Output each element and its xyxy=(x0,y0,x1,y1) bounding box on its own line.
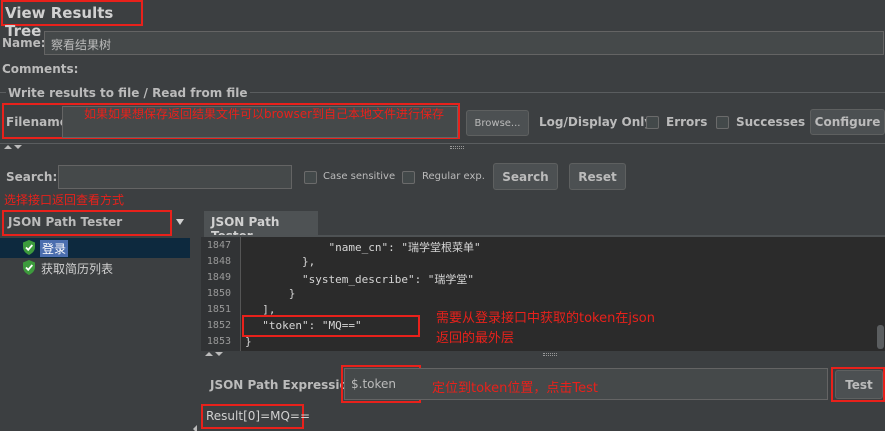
filename-label: Filename xyxy=(6,115,68,129)
browse-button[interactable]: Browse... xyxy=(466,110,529,136)
tree-item-label: 获取简历列表 xyxy=(41,262,114,276)
vertical-splitter[interactable] xyxy=(192,207,200,431)
tree-item-login[interactable]: 登录 xyxy=(0,238,190,258)
collapse-down-icon[interactable] xyxy=(14,145,22,149)
code-line: } xyxy=(249,287,296,300)
line-number: 1852 xyxy=(206,320,231,331)
line-number: 1848 xyxy=(206,256,231,267)
line-number: 1850 xyxy=(206,288,231,299)
renderer-annotation: 选择接口返回查看方式 xyxy=(4,193,125,207)
tab-json-path-tester[interactable]: JSON Path Tester xyxy=(204,211,318,243)
line-number: 1853 xyxy=(206,336,231,347)
code-line: }, xyxy=(249,255,316,268)
expression-annotation: 定位到token位置，点击Test xyxy=(432,381,598,396)
code-line: "system_describe": "瑞学堂" xyxy=(249,273,475,286)
filename-annotation: 如果如果想保存返回结果文件可以browser到自己本地文件进行保存 xyxy=(84,107,445,121)
errors-checkbox[interactable] xyxy=(646,116,659,129)
expression-label: JSON Path Expression xyxy=(210,378,357,392)
log-display-label: Log/Display Only: xyxy=(539,115,657,129)
search-input[interactable] xyxy=(58,165,292,189)
token-annotation-box xyxy=(242,315,420,337)
reset-button[interactable]: Reset xyxy=(569,163,626,190)
line-number: 1851 xyxy=(206,304,231,315)
grip-icon xyxy=(543,353,557,356)
grip-icon xyxy=(450,146,464,149)
successes-label: Successes xyxy=(736,115,806,129)
regular-exp-label: Regular exp. xyxy=(422,171,485,182)
splitter-inner[interactable] xyxy=(201,351,885,359)
collapse-left-icon[interactable] xyxy=(193,425,197,431)
code-line: "name_cn": "瑞学堂根菜单" xyxy=(249,241,481,254)
collapse-up-icon[interactable] xyxy=(205,352,213,356)
result-output: Result[0]=MQ== xyxy=(206,409,311,423)
search-label: Search: xyxy=(6,170,58,184)
name-input[interactable]: 察看结果树 xyxy=(44,31,884,55)
vertical-scrollbar[interactable] xyxy=(877,325,884,349)
errors-label: Errors xyxy=(666,115,708,129)
test-button[interactable]: Test xyxy=(835,370,883,399)
successes-checkbox[interactable] xyxy=(716,116,729,129)
collapse-down-icon[interactable] xyxy=(215,352,223,356)
token-annotation-line2: 返回的最外层 xyxy=(436,331,515,346)
case-sensitive-label: Case sensitive xyxy=(323,171,396,182)
name-label: Name: xyxy=(2,36,46,50)
configure-button[interactable]: Configure xyxy=(810,109,885,135)
write-results-legend: Write results to file / Read from file xyxy=(6,86,250,100)
token-annotation-line1: 需要从登录接口中获取的token在json xyxy=(436,311,655,326)
line-number: 1849 xyxy=(206,272,231,283)
renderer-select[interactable]: JSON Path Tester xyxy=(8,215,122,229)
splitter-top[interactable] xyxy=(0,144,885,152)
page-title: View Results Tree xyxy=(1,0,143,40)
comments-label: Comments: xyxy=(2,62,79,76)
collapse-up-icon[interactable] xyxy=(4,145,12,149)
case-sensitive-checkbox[interactable] xyxy=(304,171,317,184)
tree-item-label: 登录 xyxy=(40,240,69,257)
success-shield-icon xyxy=(22,240,36,258)
success-shield-icon xyxy=(22,260,36,278)
line-number: 1847 xyxy=(206,240,231,251)
regular-exp-checkbox[interactable] xyxy=(402,171,415,184)
tree-item-resume-list[interactable]: 获取简历列表 xyxy=(0,258,190,278)
renderer-dropdown-arrow-icon[interactable] xyxy=(176,219,184,225)
search-button[interactable]: Search xyxy=(493,163,558,190)
tree-list: 登录 获取简历列表 xyxy=(0,238,190,388)
